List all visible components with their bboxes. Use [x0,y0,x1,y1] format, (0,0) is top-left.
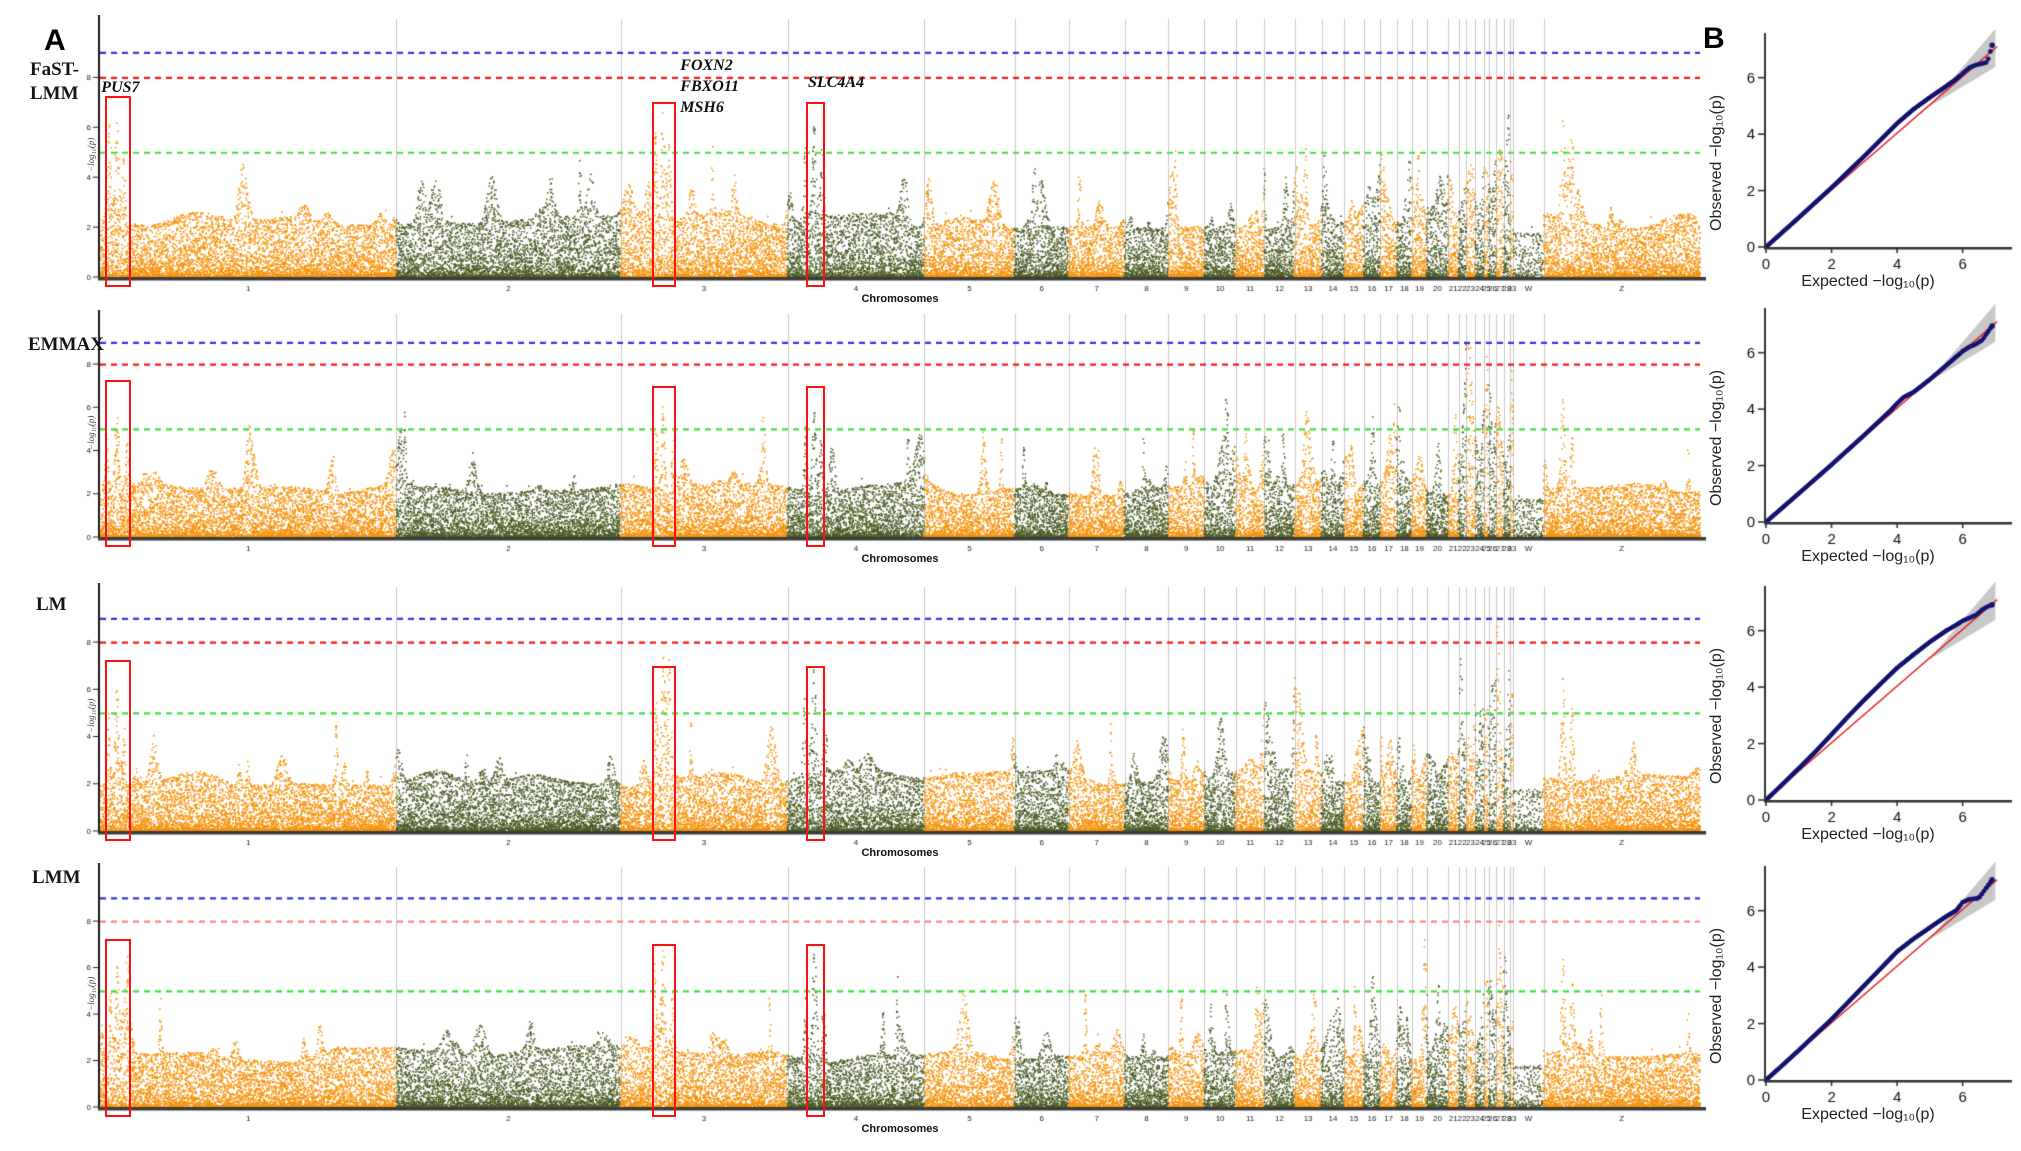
manhattan-x-axis-title: Chromosomes [100,847,1700,859]
qq-y-axis-label: Observed −log₁₀(p) [1708,95,1726,231]
qq-panel-emmax: Observed −log₁₀(p) Expected −log₁₀(p) [1690,302,2020,582]
highlight-box-foxn2-fbxo11-msh6-lmm [652,944,676,1117]
highlight-box-foxn2-fbxo11-msh6-lm [652,666,676,841]
highlight-box-foxn2-fbxo11-msh6-emmax [652,386,676,547]
manhattan-panel-lmm: −log₁₀(p) Chromosomes [0,863,1740,1151]
highlight-box-pus7-fast-lmm [105,96,131,287]
highlight-box-pus7-lmm [105,939,131,1117]
qq-x-axis-label: Expected −log₁₀(p) [1730,273,2006,291]
qq-plot-canvas-fast-lmm [1690,27,2020,305]
manhattan-x-axis-title: Chromosomes [100,293,1700,305]
manhattan-panel-lm: −log₁₀(p) Chromosomes [0,583,1740,875]
highlight-box-foxn2-fbxo11-msh6-fast-lmm [652,102,676,287]
gene-annotation-pus7: PUS7 [101,77,139,98]
qq-panel-fast-lmm: Observed −log₁₀(p) Expected −log₁₀(p) [1690,27,2020,307]
gene-annotation-slc4a4: SLC4A4 [808,72,864,93]
gene-annotation-foxn2-fbxo11-msh6: FOXN2 FBXO11 MSH6 [680,55,739,118]
manhattan-y-axis-label: −log₁₀(p) [86,415,96,449]
manhattan-y-axis-label: −log₁₀(p) [86,699,96,733]
qq-plot-canvas-emmax [1690,302,2020,580]
manhattan-plot-canvas-lmm [72,863,1712,1133]
manhattan-x-axis-title: Chromosomes [100,1123,1700,1135]
qq-y-axis-label: Observed −log₁₀(p) [1708,928,1726,1064]
highlight-box-slc4a4-lm [806,666,825,841]
highlight-box-pus7-lm [105,660,131,841]
qq-y-axis-label: Observed −log₁₀(p) [1708,648,1726,784]
qq-panel-lm: Observed −log₁₀(p) Expected −log₁₀(p) [1690,580,2020,860]
qq-x-axis-label: Expected −log₁₀(p) [1730,1106,2006,1124]
qq-x-axis-label: Expected −log₁₀(p) [1730,548,2006,566]
highlight-box-slc4a4-emmax [806,386,825,547]
manhattan-x-axis-title: Chromosomes [100,553,1700,565]
manhattan-y-axis-label: −log₁₀(p) [86,138,96,172]
manhattan-panel-emmax: −log₁₀(p) Chromosomes [0,310,1740,581]
manhattan-plot-canvas-fast-lmm [72,15,1712,303]
qq-plot-canvas-lmm [1690,860,2020,1138]
qq-x-axis-label: Expected −log₁₀(p) [1730,826,2006,844]
manhattan-plot-canvas-emmax [72,310,1712,563]
figure: A B FaST- LMM EMMAX LM LMM −log₁₀(p) Chr… [0,0,2021,1151]
highlight-box-slc4a4-lmm [806,944,825,1117]
manhattan-y-axis-label: −log₁₀(p) [86,977,96,1011]
qq-y-axis-label: Observed −log₁₀(p) [1708,370,1726,506]
highlight-box-slc4a4-fast-lmm [806,102,825,287]
manhattan-panel-fast-lmm: −log₁₀(p) Chromosomes [0,15,1740,321]
manhattan-plot-canvas-lm [72,583,1712,857]
qq-panel-lmm: Observed −log₁₀(p) Expected −log₁₀(p) [1690,860,2020,1140]
highlight-box-pus7-emmax [105,380,131,547]
qq-plot-canvas-lm [1690,580,2020,858]
